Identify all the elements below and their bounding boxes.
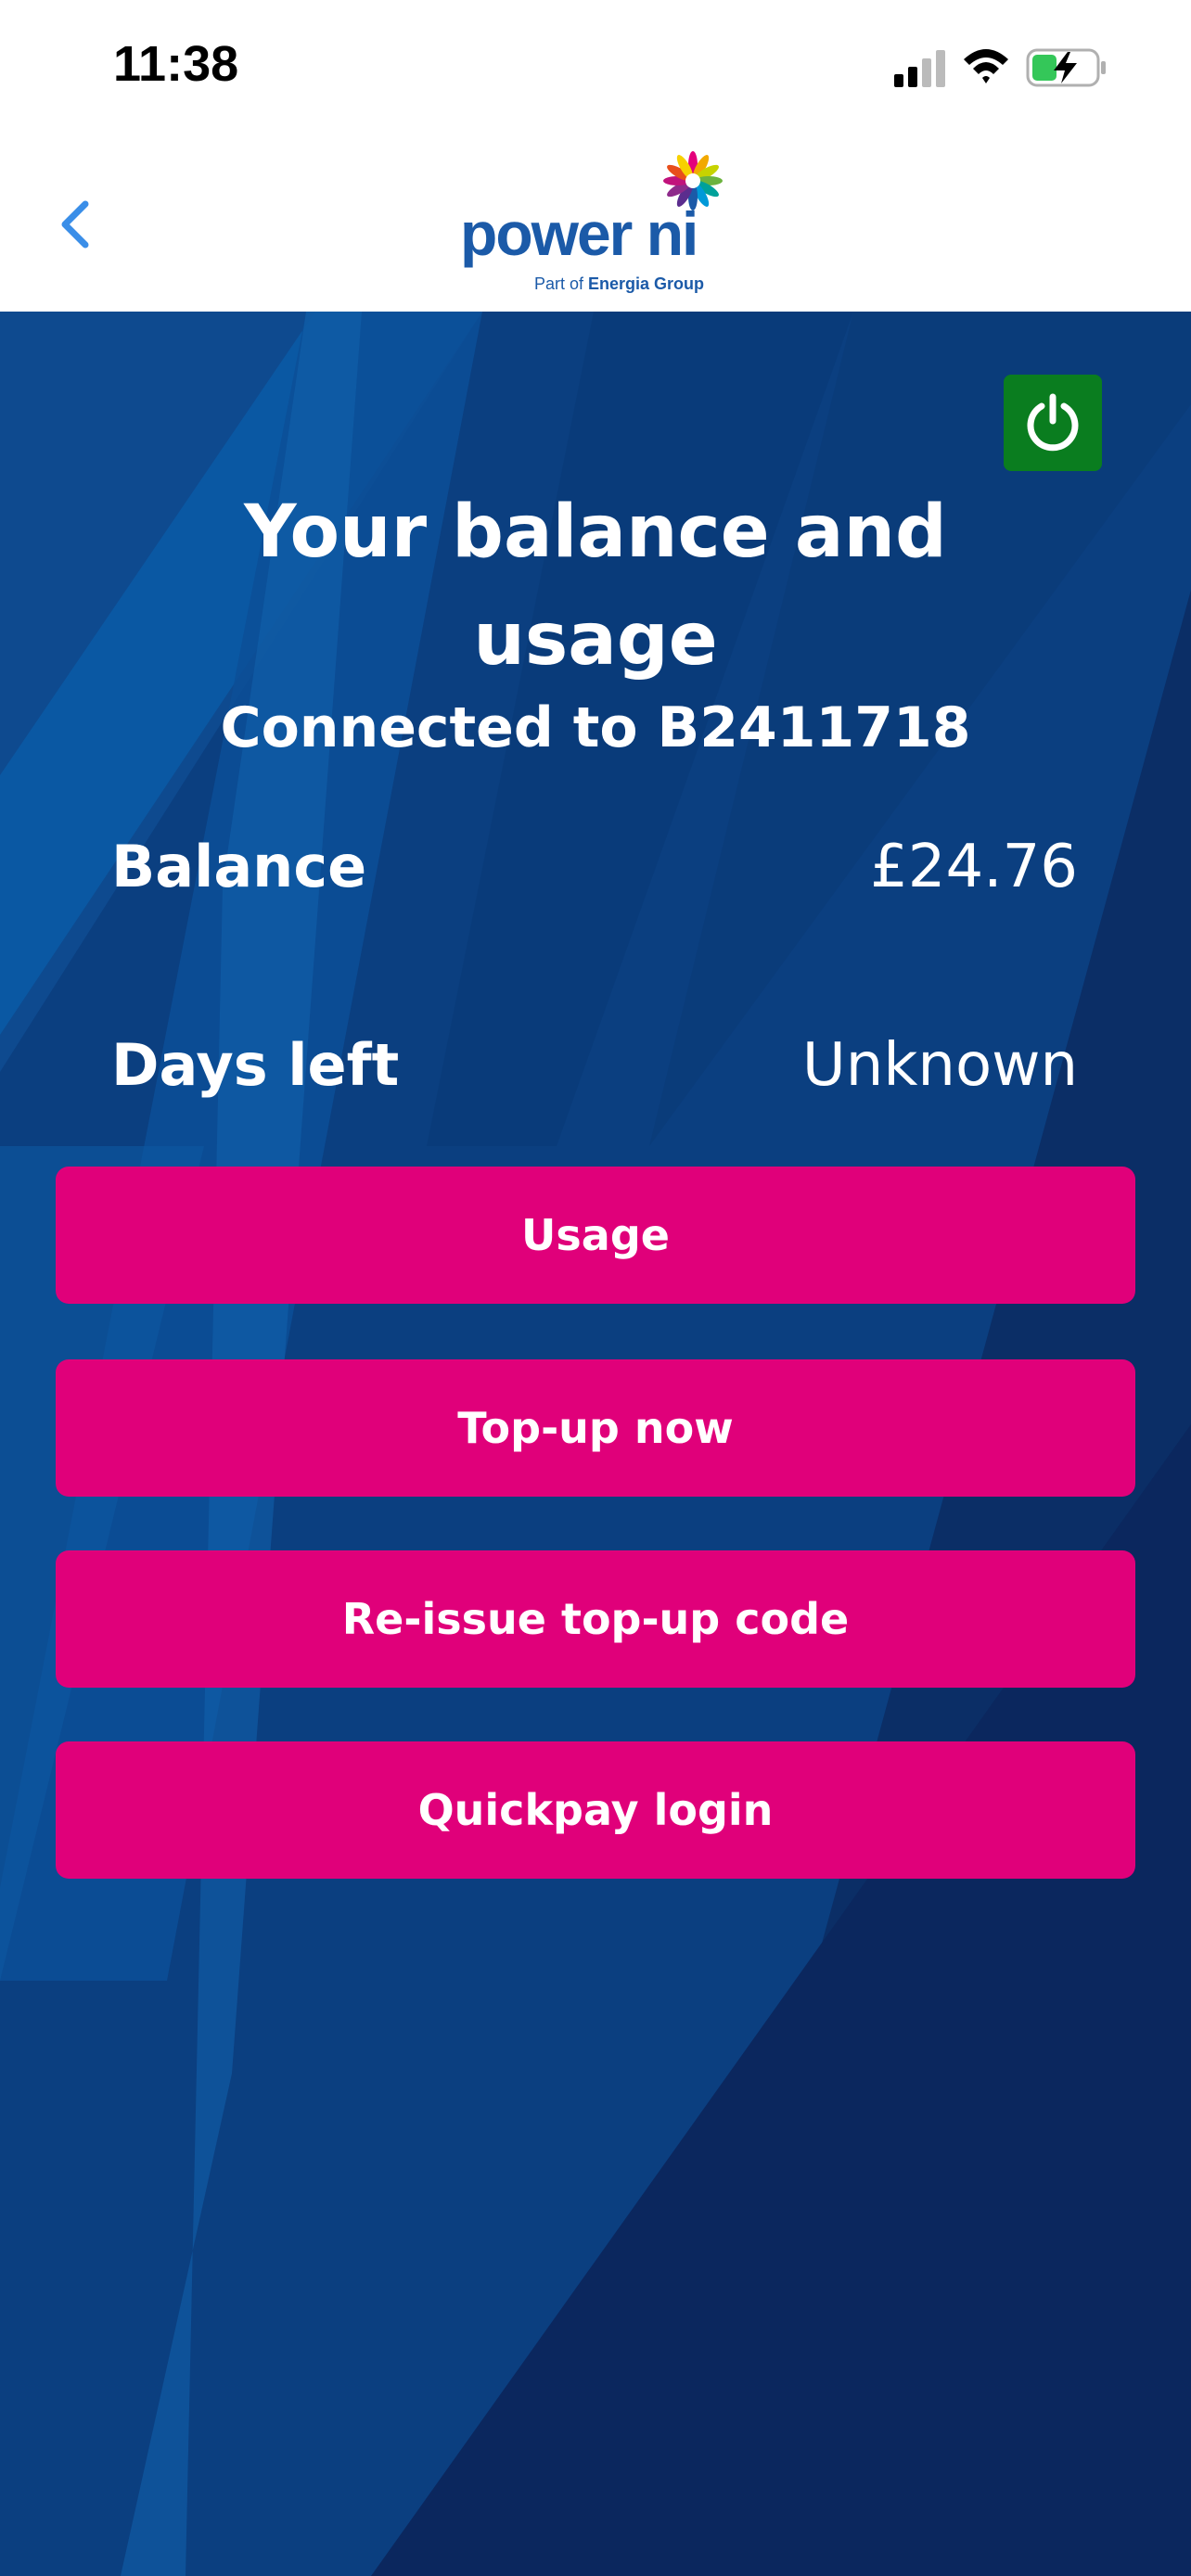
balance-value: £24.76 [870, 833, 1078, 901]
power-button[interactable] [1004, 375, 1102, 471]
quickpay-login-button[interactable]: Quickpay login [56, 1741, 1135, 1879]
status-bar: 11:38 [0, 0, 1191, 130]
main-content: Your balance and usage Connected to B241… [0, 312, 1191, 2576]
balance-label: Balance [111, 833, 367, 900]
logo-sub-brand: Energia Group [588, 274, 705, 293]
wifi-icon [964, 49, 1008, 83]
logo-text: power ni [460, 199, 698, 268]
connected-meter-label: Connected to B2411718 [220, 695, 971, 760]
power-ni-logo: power ni Part of Energia Group [460, 150, 738, 293]
logo-sub-prefix: Part of [534, 274, 589, 293]
status-time: 11:38 [113, 36, 239, 92]
days-left-label: Days left [111, 1031, 400, 1099]
signal-icon [894, 50, 945, 87]
back-button[interactable] [46, 187, 111, 261]
reissue-top-up-code-button[interactable]: Re-issue top-up code [56, 1550, 1135, 1688]
status-icons [894, 46, 1117, 89]
logo-subtitle: Part of Energia Group [534, 274, 704, 294]
top-up-now-button[interactable]: Top-up now [56, 1359, 1135, 1497]
usage-button[interactable]: Usage [56, 1167, 1135, 1304]
days-left-value: Unknown [801, 1031, 1078, 1100]
chevron-left-icon [61, 200, 89, 249]
nav-bar: power ni Part of Energia Group [0, 130, 1191, 312]
battery-charging-icon [1026, 48, 1106, 87]
page-title: Your balance and usage [244, 491, 947, 682]
power-icon [1027, 393, 1079, 452]
